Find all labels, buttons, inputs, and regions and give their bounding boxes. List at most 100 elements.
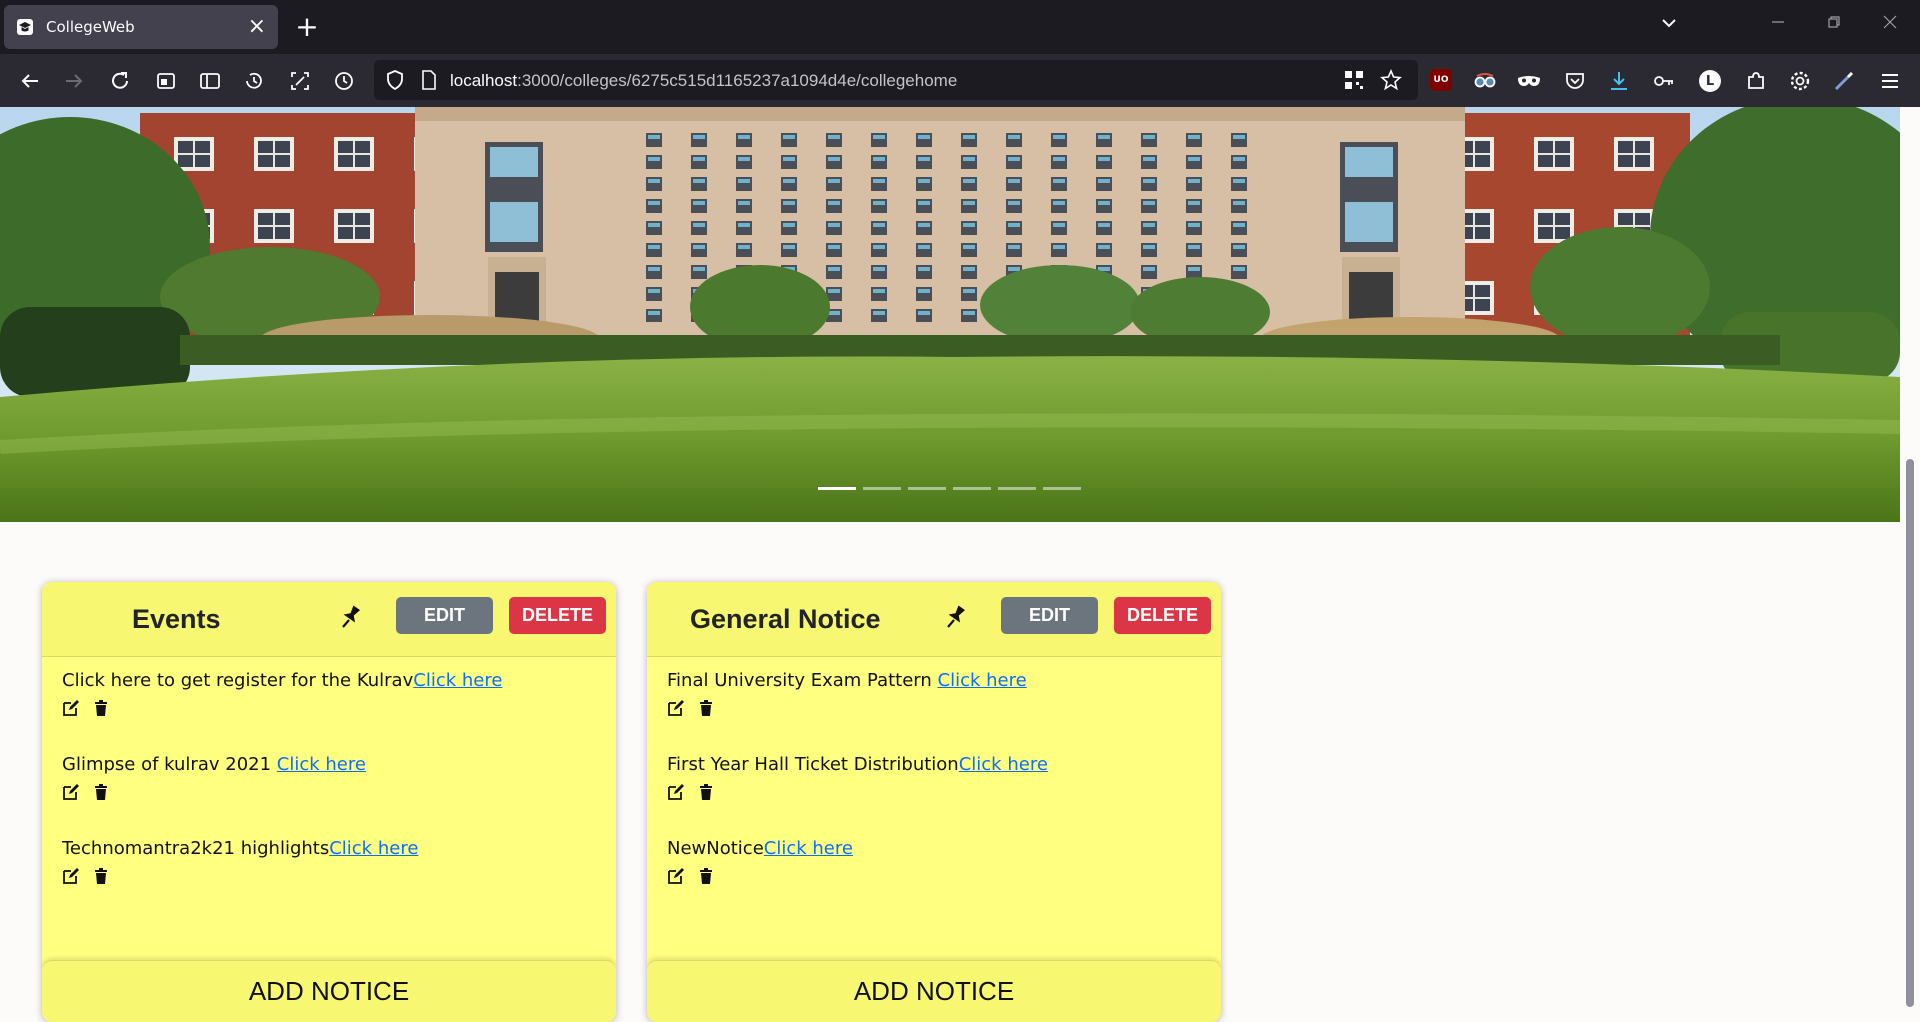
edit-button[interactable]: EDIT bbox=[396, 597, 493, 634]
notice-list: Final University Exam Pattern Click here… bbox=[667, 670, 1048, 922]
notice-actions bbox=[62, 783, 502, 801]
notice-link[interactable]: Click here bbox=[959, 754, 1048, 775]
hamburger-menu-icon[interactable] bbox=[1876, 67, 1904, 95]
close-window-icon[interactable] bbox=[1882, 14, 1898, 30]
glasses-extension-icon[interactable] bbox=[1471, 67, 1499, 95]
carousel-indicators bbox=[818, 487, 1081, 490]
edit-icon[interactable] bbox=[667, 699, 685, 717]
url-text[interactable]: localhost:3000/colleges/6275c515d1165237… bbox=[450, 71, 957, 91]
ublock-origin-icon[interactable]: UO bbox=[1430, 69, 1452, 91]
minimize-icon[interactable] bbox=[1770, 14, 1786, 30]
private-mask-icon[interactable] bbox=[1515, 67, 1543, 95]
download-icon[interactable] bbox=[1605, 67, 1633, 95]
delete-button[interactable]: DELETE bbox=[1114, 597, 1211, 634]
key-icon[interactable] bbox=[1650, 67, 1678, 95]
notice-text: Click here to get register for the Kulra… bbox=[62, 670, 502, 691]
sidebar-icon[interactable] bbox=[196, 67, 224, 95]
carousel-indicator[interactable] bbox=[863, 487, 901, 490]
notice-link[interactable]: Click here bbox=[329, 838, 418, 859]
carousel-indicator[interactable] bbox=[818, 487, 856, 490]
trash-icon[interactable] bbox=[92, 699, 110, 717]
trash-icon[interactable] bbox=[92, 783, 110, 801]
card-title: General Notice bbox=[690, 604, 881, 634]
notice-link[interactable]: Click here bbox=[277, 754, 366, 775]
notice-text: Glimpse of kulrav 2021 Click here bbox=[62, 754, 502, 775]
notice-text: Technomantra2k21 highlightsClick here bbox=[62, 838, 502, 859]
edit-icon[interactable] bbox=[62, 867, 80, 885]
edit-icon[interactable] bbox=[667, 783, 685, 801]
graduation-cap-icon bbox=[17, 19, 33, 35]
trash-icon[interactable] bbox=[697, 783, 715, 801]
notice-actions bbox=[667, 783, 1048, 801]
notice-actions bbox=[667, 699, 1048, 717]
address-bar[interactable]: localhost:3000/colleges/6275c515d1165237… bbox=[374, 60, 1418, 100]
hero-carousel[interactable] bbox=[0, 107, 1900, 522]
new-tab-icon[interactable]: + bbox=[292, 12, 322, 42]
pin-icon[interactable] bbox=[943, 603, 969, 631]
browser-tab-bar: CollegeWeb × + bbox=[0, 0, 1920, 54]
shield-icon[interactable] bbox=[384, 69, 406, 91]
page-scrollbar[interactable] bbox=[1900, 107, 1920, 1022]
notice-link[interactable]: Click here bbox=[764, 838, 853, 859]
notice-actions bbox=[667, 867, 1048, 885]
notice-link[interactable]: Click here bbox=[413, 670, 502, 691]
reload-icon[interactable] bbox=[106, 67, 134, 95]
url-host: localhost bbox=[450, 71, 518, 90]
avatar-letter: L bbox=[1705, 73, 1715, 89]
edit-button[interactable]: EDIT bbox=[1001, 597, 1098, 634]
carousel-indicator[interactable] bbox=[953, 487, 991, 490]
clock-icon[interactable] bbox=[330, 67, 358, 95]
add-notice-button[interactable]: ADD NOTICE bbox=[854, 976, 1014, 1007]
pocket-icon[interactable] bbox=[1561, 67, 1589, 95]
settings-gear-icon[interactable] bbox=[1786, 67, 1814, 95]
tab-title: CollegeWeb bbox=[46, 18, 135, 36]
close-tab-icon[interactable]: × bbox=[248, 16, 266, 38]
trash-icon[interactable] bbox=[697, 867, 715, 885]
campus-building-image bbox=[0, 107, 1900, 522]
page-icon[interactable] bbox=[418, 69, 440, 91]
qr-code-icon[interactable] bbox=[1344, 70, 1364, 90]
notice-title: NewNotice bbox=[667, 838, 764, 859]
carousel-indicator[interactable] bbox=[998, 487, 1036, 490]
page-content: Events EDIT DELETE Click here to get reg… bbox=[0, 107, 1900, 1022]
edit-icon[interactable] bbox=[62, 699, 80, 717]
restore-icon[interactable] bbox=[1826, 14, 1842, 30]
trash-icon[interactable] bbox=[92, 867, 110, 885]
trash-icon[interactable] bbox=[697, 699, 715, 717]
events-card: Events EDIT DELETE Click here to get reg… bbox=[42, 582, 616, 1022]
back-arrow-icon[interactable] bbox=[16, 67, 44, 95]
browser-tab[interactable]: CollegeWeb × bbox=[4, 5, 278, 49]
list-item: Click here to get register for the Kulra… bbox=[62, 670, 502, 754]
notice-list: Click here to get register for the Kulra… bbox=[62, 670, 502, 922]
notice-text: Final University Exam Pattern Click here bbox=[667, 670, 1048, 691]
carousel-indicator[interactable] bbox=[908, 487, 946, 490]
edit-icon[interactable] bbox=[667, 867, 685, 885]
screenshot-crop-icon[interactable] bbox=[286, 67, 314, 95]
list-item: First Year Hall Ticket DistributionClick… bbox=[667, 754, 1048, 838]
notice-text: NewNoticeClick here bbox=[667, 838, 1048, 859]
notice-title: Glimpse of kulrav 2021 bbox=[62, 754, 277, 775]
history-icon[interactable] bbox=[240, 67, 268, 95]
notice-title: First Year Hall Ticket Distribution bbox=[667, 754, 959, 775]
screenshot-icon[interactable] bbox=[152, 67, 180, 95]
list-item: NewNoticeClick here bbox=[667, 838, 1048, 922]
color-picker-icon[interactable] bbox=[1830, 67, 1858, 95]
card-footer: ADD NOTICE bbox=[647, 960, 1221, 1022]
delete-button[interactable]: DELETE bbox=[509, 597, 606, 634]
notice-link[interactable]: Click here bbox=[938, 670, 1027, 691]
edit-icon[interactable] bbox=[62, 783, 80, 801]
extensions-puzzle-icon[interactable] bbox=[1742, 67, 1770, 95]
tab-list-chevron-icon[interactable] bbox=[1660, 14, 1678, 32]
notice-actions bbox=[62, 699, 502, 717]
card-footer: ADD NOTICE bbox=[42, 960, 616, 1022]
pin-icon[interactable] bbox=[338, 603, 364, 631]
card-header: Events EDIT DELETE bbox=[42, 582, 616, 657]
card-header: General Notice EDIT DELETE bbox=[647, 582, 1221, 657]
add-notice-button[interactable]: ADD NOTICE bbox=[249, 976, 409, 1007]
bookmark-star-icon[interactable] bbox=[1380, 69, 1402, 91]
forward-arrow-icon bbox=[66, 74, 83, 88]
carousel-indicator[interactable] bbox=[1043, 487, 1081, 490]
scrollbar-thumb[interactable] bbox=[1906, 459, 1914, 1007]
ublock-badge: UO bbox=[1433, 75, 1449, 85]
account-avatar-icon[interactable]: L bbox=[1699, 70, 1721, 92]
